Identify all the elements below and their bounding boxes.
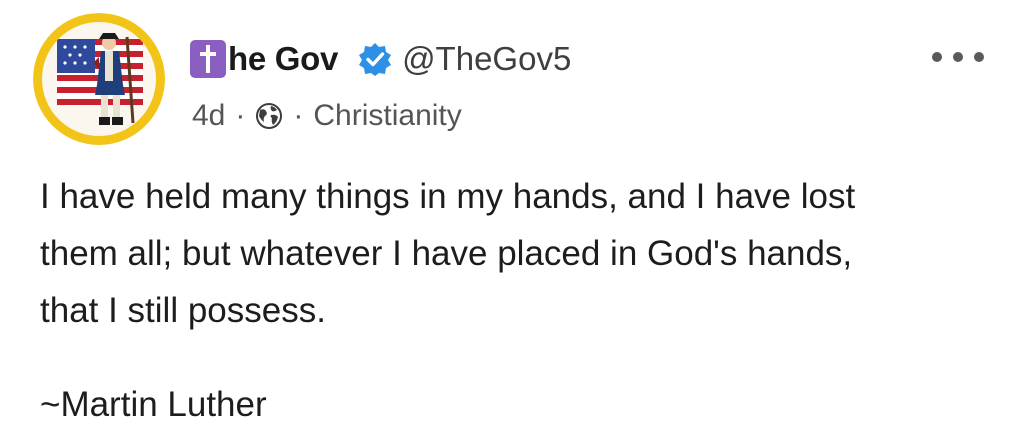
more-dot (932, 52, 942, 62)
more-dot (974, 52, 984, 62)
post-time[interactable]: 4d (192, 99, 225, 133)
post-body-line: I have held many things in my hands, and… (40, 177, 856, 216)
community-name[interactable]: Christianity (313, 99, 461, 133)
more-options-icon[interactable] (932, 46, 984, 68)
verified-check-icon (358, 42, 392, 76)
globe-icon (255, 102, 283, 130)
author-handle[interactable]: @TheGov5 (402, 40, 571, 78)
social-post: he Gov @TheGov5 4d · · Christianity I ha… (0, 0, 1024, 433)
more-dot (953, 52, 963, 62)
post-body-line: that I still possess. (40, 291, 326, 330)
post-meta-row: 4d · · Christianity (192, 96, 462, 136)
meta-separator: · (293, 99, 304, 132)
author-display-name[interactable]: he Gov (228, 40, 338, 78)
meta-separator: · (235, 99, 246, 132)
post-body-line: them all; but whatever I have placed in … (40, 234, 853, 273)
patriot-soldier-flag-avatar-icon (33, 13, 165, 145)
author-avatar[interactable] (33, 13, 165, 145)
post-signature: ~Martin Luther (40, 385, 267, 424)
latin-cross-icon (190, 40, 226, 78)
author-name-row: he Gov @TheGov5 (190, 36, 571, 82)
post-body: I have held many things in my hands, and… (40, 168, 990, 339)
